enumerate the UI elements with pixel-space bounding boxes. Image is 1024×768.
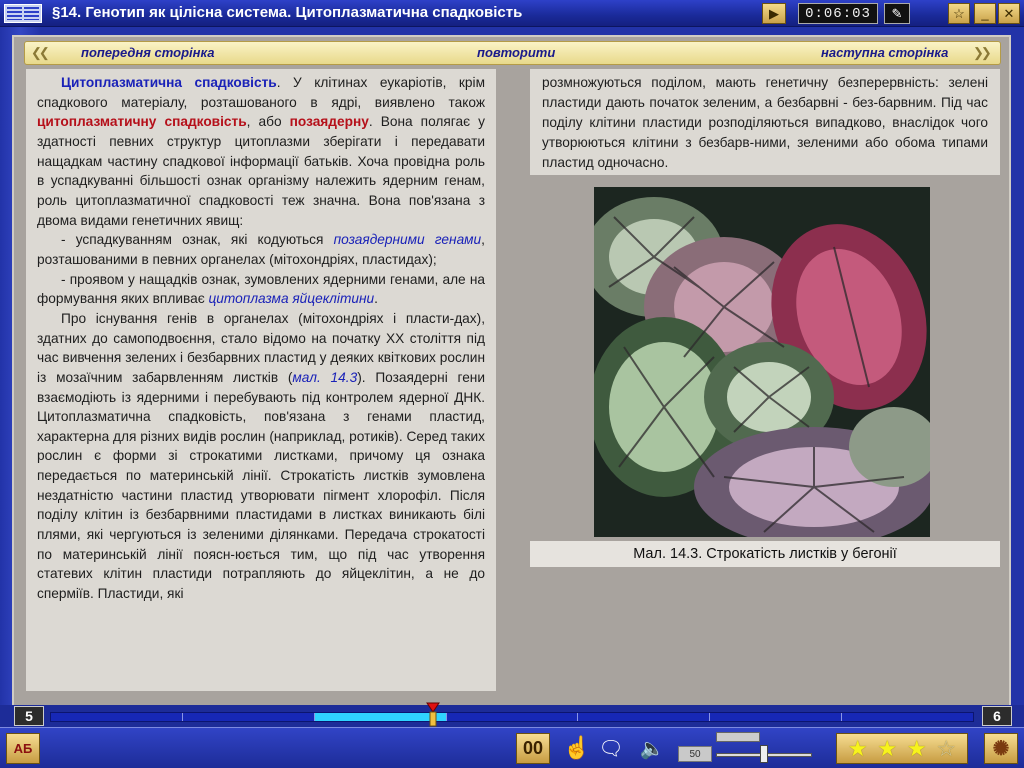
chevron-left-icon: ❮❮ [31, 45, 50, 60]
paragraph: Цитоплазматична спадковість. У клітинах … [37, 73, 485, 230]
term-highlight: Цитоплазматична спадковість [61, 75, 277, 90]
star-icon[interactable]: ★ [848, 736, 868, 762]
term-highlight: цитоплазматичну спадковість [37, 114, 247, 130]
rating-stars[interactable]: ★ ★ ★ ☆ [836, 733, 968, 764]
progress-marker-icon[interactable] [426, 702, 440, 728]
glossary-link[interactable]: цитоплазма яйцеклітини [208, 291, 374, 306]
star-icon[interactable]: ★ [877, 736, 897, 762]
bookmark-star-icon[interactable]: ☆ [948, 3, 970, 24]
progress-row: 5 6 [0, 702, 1024, 728]
repeat-link[interactable]: повторити [477, 45, 555, 60]
speech-bubble-icon[interactable]: 🗨 [596, 732, 626, 764]
prev-page-button[interactable]: 5 [14, 706, 44, 726]
next-page-button[interactable]: 6 [982, 706, 1012, 726]
text-run: , або [246, 114, 290, 130]
next-page-link[interactable]: наступна сторінка [821, 45, 948, 60]
term-highlight: позаядерну [289, 114, 369, 130]
paragraph: Про існування генів в органелах (мітохон… [37, 309, 485, 604]
settings-wheel-icon[interactable]: ✺ [984, 733, 1018, 764]
title-bar: §14. Генотип як цілісна система. Цитопла… [0, 0, 1024, 27]
page-progress-track[interactable] [50, 712, 974, 722]
menu-icon[interactable] [4, 4, 42, 23]
volume-slider-thumb[interactable] [760, 745, 768, 763]
chevron-right-icon: ❯❯ [973, 45, 992, 60]
progress-segment[interactable] [51, 713, 183, 721]
content-frame: ❮❮ попередня сторінка повторити наступна… [0, 27, 1024, 727]
star-empty-icon[interactable]: ☆ [936, 736, 956, 762]
progress-segment[interactable] [842, 713, 973, 721]
pen-icon[interactable]: ✎ [884, 3, 910, 24]
progress-segment[interactable] [710, 713, 843, 721]
figure-link[interactable]: мал. 14.3 [292, 370, 357, 385]
main-text-right: розмножуються поділом, мають генетичну б… [530, 69, 1000, 175]
star-icon[interactable]: ★ [907, 736, 927, 762]
text-run: . [374, 291, 378, 307]
hand-pointer-icon[interactable]: ☝ [562, 732, 592, 764]
page-panel: ❮❮ попередня сторінка повторити наступна… [12, 35, 1011, 724]
text-run: - успадкуванням ознак, які кодуються [61, 232, 334, 248]
text-run: . Вона полягає у здатності певних структ… [37, 114, 485, 228]
volume-value: 50 [678, 746, 712, 762]
bottom-toolbar: АБ 00 ☝ 🗨 🔈 50 ★ ★ ★ ☆ ✺ [0, 727, 1024, 768]
paragraph: розмножуються поділом, мають генетичну б… [542, 75, 988, 170]
minimize-icon[interactable]: _ [974, 3, 996, 24]
page-navigation: ❮❮ попередня сторінка повторити наступна… [24, 41, 1001, 65]
text-run: ). Позаядерні гени взаємодіють із ядерни… [37, 369, 486, 602]
glossary-link[interactable]: позаядерними генами [334, 232, 482, 247]
paragraph: - проявом у нащадків ознак, зумовлених я… [37, 270, 485, 309]
begonia-photo [594, 187, 930, 537]
figure-caption: Мал. 14.3. Строкатість листків у бегонії [530, 541, 1000, 567]
progress-segment[interactable] [447, 713, 579, 721]
progress-segment[interactable] [578, 713, 711, 721]
counter-display: 00 [516, 733, 550, 764]
timer: 0:06:03 [798, 3, 878, 24]
volume-indicator [716, 732, 760, 742]
window-title: §14. Генотип як цілісна система. Цитопла… [52, 4, 523, 21]
dictionary-button[interactable]: АБ [6, 733, 40, 764]
speaker-icon[interactable]: 🔈 [636, 732, 668, 764]
play-icon[interactable]: ▶ [762, 3, 786, 24]
paragraph: - успадкуванням ознак, які кодуються поз… [37, 230, 485, 269]
prev-page-link[interactable]: попередня сторінка [81, 45, 214, 60]
progress-segment[interactable] [183, 713, 315, 721]
close-icon[interactable]: ✕ [998, 3, 1020, 24]
main-text-left: Цитоплазматична спадковість. У клітинах … [26, 69, 496, 691]
